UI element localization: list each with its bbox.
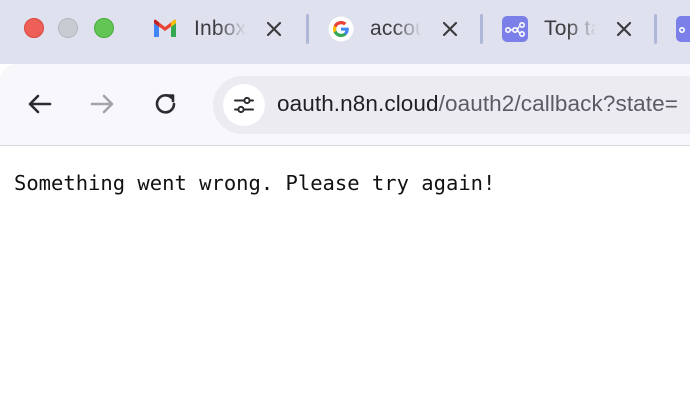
tab-account[interactable]: account <box>328 10 468 48</box>
site-settings-icon[interactable] <box>223 84 265 126</box>
n8n-icon <box>676 16 690 42</box>
google-icon <box>328 16 354 42</box>
tab-inbox[interactable]: Inbox <box>152 10 292 48</box>
n8n-icon <box>502 16 528 42</box>
tab-n8n[interactable] <box>676 10 690 48</box>
tab-separator <box>480 14 483 44</box>
address-bar[interactable]: oauth.n8n.cloud/oauth2/callback?state= <box>213 76 690 134</box>
url-path: /oauth2/callback?state= <box>438 91 678 116</box>
forward-arrow-icon[interactable] <box>86 88 118 120</box>
tab-title: account <box>370 17 422 40</box>
tab-separator <box>654 14 657 44</box>
tab-top-tags[interactable]: Top tags <box>502 10 642 48</box>
reload-icon[interactable] <box>150 88 182 120</box>
tab-close-icon[interactable] <box>264 19 284 39</box>
tab-separator <box>306 14 309 44</box>
back-arrow-icon[interactable] <box>24 88 56 120</box>
window-close-button[interactable] <box>24 18 44 38</box>
tab-strip: Inbox account <box>0 0 690 64</box>
browser-toolbar: oauth.n8n.cloud/oauth2/callback?state= <box>0 64 690 146</box>
url-text[interactable]: oauth.n8n.cloud/oauth2/callback?state= <box>277 91 678 117</box>
tab-close-icon[interactable] <box>614 19 634 39</box>
window-minimize-button[interactable] <box>58 18 78 38</box>
url-host: oauth.n8n.cloud <box>277 91 439 116</box>
tab-title: Inbox <box>194 17 246 40</box>
page-content: Something went wrong. Please try again! <box>0 147 690 405</box>
gmail-icon <box>152 16 178 42</box>
tab-close-icon[interactable] <box>440 19 460 39</box>
tab-title: Top tags <box>544 17 596 40</box>
error-message: Something went wrong. Please try again! <box>14 171 496 195</box>
window-maximize-button[interactable] <box>94 18 114 38</box>
